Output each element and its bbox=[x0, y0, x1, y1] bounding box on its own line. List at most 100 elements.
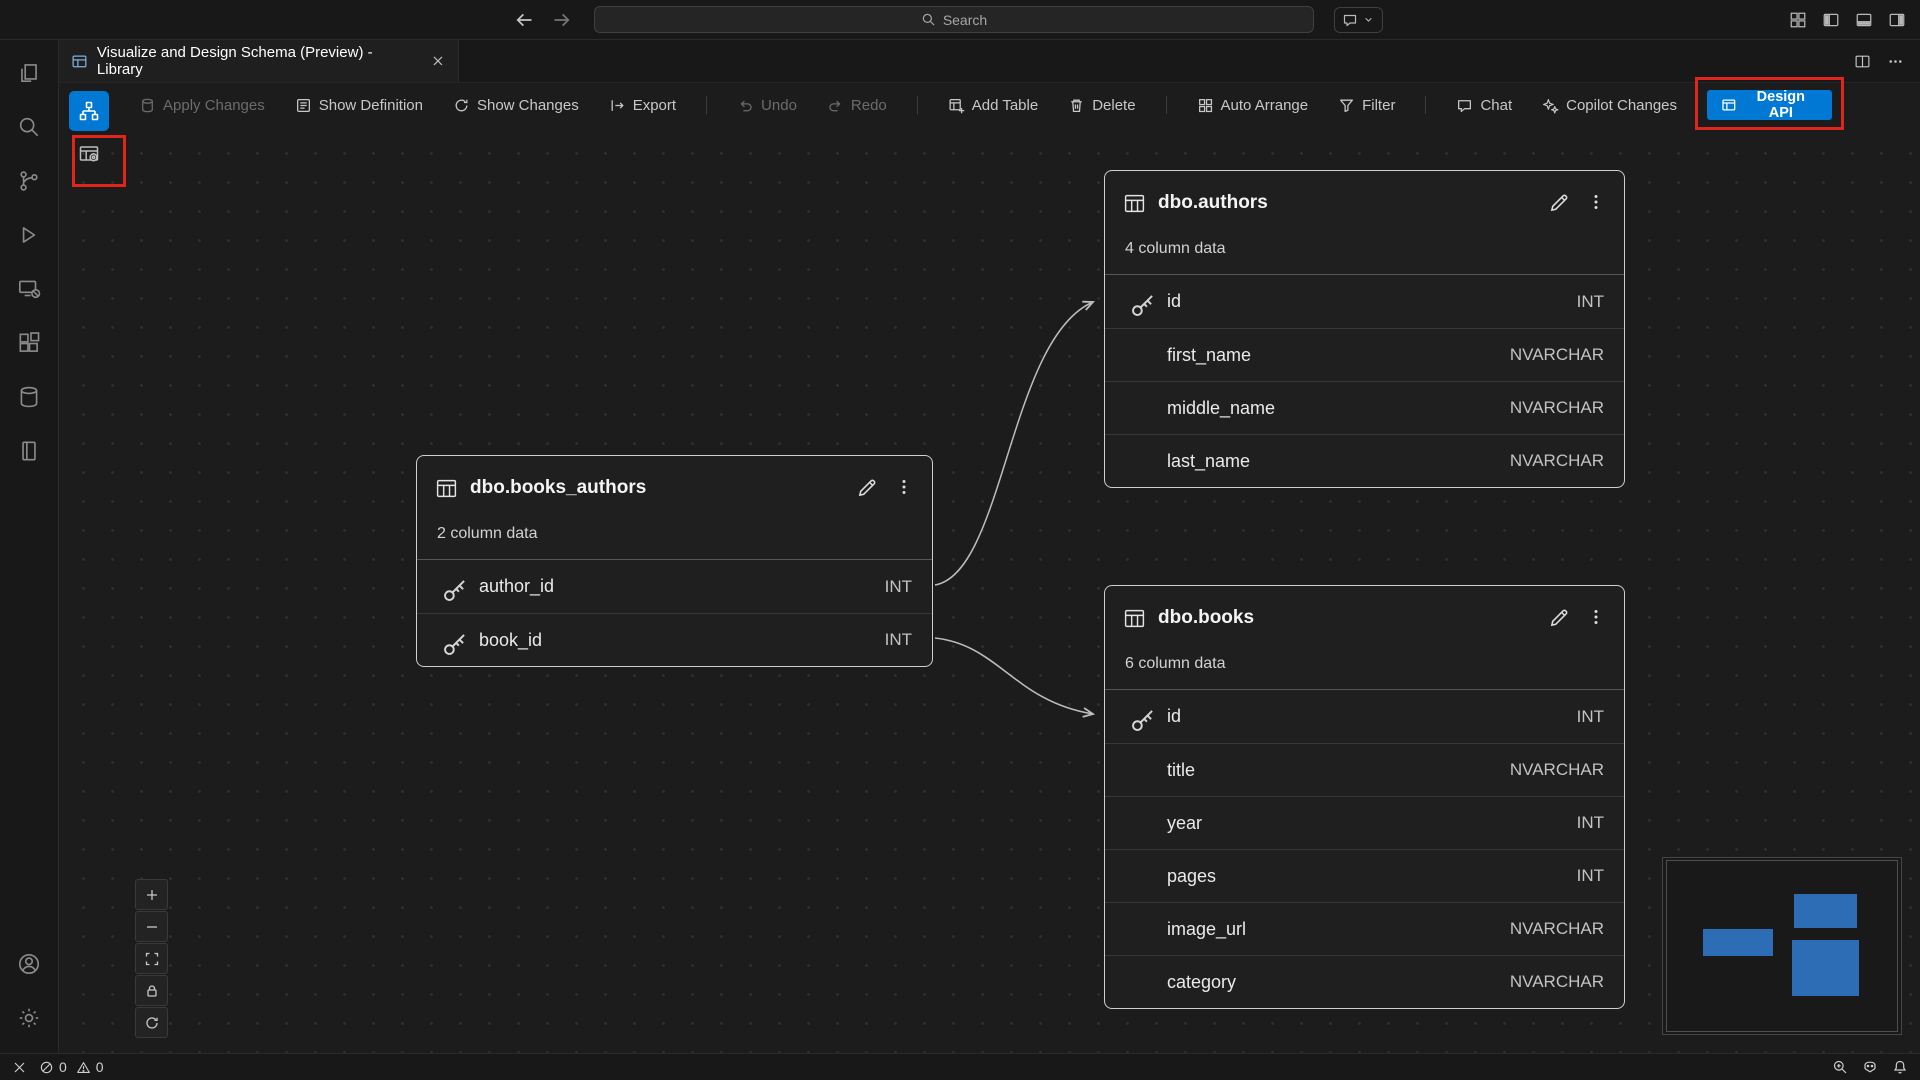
settings-button[interactable] bbox=[5, 991, 53, 1045]
column-name: first_name bbox=[1167, 345, 1251, 366]
column-type: INT bbox=[885, 630, 912, 650]
title-bar: Search bbox=[0, 0, 1920, 40]
key-slot-empty bbox=[1129, 760, 1157, 781]
sidebar-item-explorer[interactable] bbox=[5, 46, 53, 100]
sidebar-item-extensions[interactable] bbox=[5, 316, 53, 370]
auto-arrange-button[interactable]: Auto Arrange bbox=[1197, 97, 1309, 114]
column-row[interactable]: title NVARCHAR bbox=[1105, 743, 1624, 796]
tab-schema-designer[interactable]: Visualize and Design Schema (Preview) - … bbox=[59, 40, 459, 82]
sidebar-item-database-projects[interactable] bbox=[5, 424, 53, 478]
table-card-header: dbo.books_authors bbox=[417, 456, 932, 514]
sidebar-item-search[interactable] bbox=[5, 100, 53, 154]
close-icon[interactable] bbox=[430, 53, 446, 69]
toggle-secondary-sidebar-icon[interactable] bbox=[1888, 11, 1906, 29]
column-row[interactable]: year INT bbox=[1105, 796, 1624, 849]
back-button[interactable] bbox=[514, 10, 534, 30]
filter-button[interactable]: Filter bbox=[1338, 97, 1395, 114]
redo-button[interactable]: Redo bbox=[827, 97, 887, 114]
table-subtitle: 6 column data bbox=[1105, 644, 1624, 690]
zoom-status-button[interactable] bbox=[1832, 1059, 1848, 1075]
column-name: year bbox=[1167, 813, 1202, 834]
copilot-status-button[interactable] bbox=[1862, 1059, 1878, 1075]
toolbar-label: Add Table bbox=[972, 97, 1038, 114]
column-row[interactable]: category NVARCHAR bbox=[1105, 955, 1624, 1008]
zoom-in-button[interactable] bbox=[135, 879, 168, 910]
sidebar-item-remote-explorer[interactable] bbox=[5, 262, 53, 316]
undo-button[interactable]: Undo bbox=[737, 97, 797, 114]
problems-indicator[interactable]: 0 0 bbox=[39, 1059, 104, 1075]
column-row[interactable]: middle_name NVARCHAR bbox=[1105, 381, 1624, 434]
toolbar-label: Chat bbox=[1480, 97, 1512, 114]
column-name: id bbox=[1167, 291, 1181, 312]
table-card-books-authors[interactable]: dbo.books_authors 2 column data author_i… bbox=[416, 455, 933, 667]
run-debug-icon bbox=[16, 222, 42, 248]
column-row[interactable]: author_id INT bbox=[417, 560, 932, 613]
table-menu-button[interactable] bbox=[1586, 607, 1606, 629]
column-name: author_id bbox=[479, 576, 554, 597]
remote-disconnected-icon bbox=[16, 276, 42, 302]
table-menu-button[interactable] bbox=[1586, 192, 1606, 214]
edit-table-button[interactable] bbox=[856, 477, 878, 499]
column-row[interactable]: image_url NVARCHAR bbox=[1105, 902, 1624, 955]
customize-layout-icon[interactable] bbox=[1789, 11, 1807, 29]
toolbar-separator bbox=[917, 96, 918, 114]
column-name: middle_name bbox=[1167, 398, 1275, 419]
reset-view-button[interactable] bbox=[135, 1007, 168, 1038]
table-card-authors[interactable]: dbo.authors 4 column data id INT bbox=[1104, 170, 1625, 488]
minimap[interactable] bbox=[1662, 857, 1902, 1035]
column-row[interactable]: id INT bbox=[1105, 690, 1624, 743]
search-label: Search bbox=[943, 12, 987, 28]
sidebar-item-run-debug[interactable] bbox=[5, 208, 53, 262]
edit-table-button[interactable] bbox=[1548, 192, 1570, 214]
edit-table-button[interactable] bbox=[1548, 607, 1570, 629]
remote-indicator[interactable] bbox=[12, 1060, 27, 1075]
column-row[interactable]: last_name NVARCHAR bbox=[1105, 434, 1624, 487]
column-row[interactable]: id INT bbox=[1105, 275, 1624, 328]
notifications-button[interactable] bbox=[1892, 1059, 1908, 1075]
activity-bar-bottom bbox=[5, 937, 53, 1053]
titlebar-right bbox=[1314, 7, 1920, 33]
activity-bar bbox=[0, 40, 59, 1053]
toggle-panel-icon[interactable] bbox=[1855, 11, 1873, 29]
sidebar-item-database[interactable] bbox=[5, 370, 53, 424]
sidebar-item-source-control[interactable] bbox=[5, 154, 53, 208]
forward-button[interactable] bbox=[552, 10, 572, 30]
schema-designer-icon bbox=[71, 53, 88, 70]
column-type: INT bbox=[885, 577, 912, 597]
toggle-sidebar-icon[interactable] bbox=[1822, 11, 1840, 29]
command-center-search[interactable]: Search bbox=[594, 6, 1314, 33]
table-menu-button[interactable] bbox=[894, 477, 914, 499]
delete-button[interactable]: Delete bbox=[1068, 97, 1135, 114]
add-table-button[interactable]: Add Table bbox=[948, 97, 1038, 114]
column-row[interactable]: pages INT bbox=[1105, 849, 1624, 902]
tab-bar: Visualize and Design Schema (Preview) - … bbox=[59, 40, 1920, 83]
copilot-chat-dropdown[interactable] bbox=[1334, 7, 1383, 33]
lock-button[interactable] bbox=[135, 975, 168, 1006]
errors-icon bbox=[39, 1060, 54, 1075]
toolbar-label: Copilot Changes bbox=[1566, 97, 1677, 114]
warnings-count: 0 bbox=[96, 1059, 104, 1075]
toolbar-label: Apply Changes bbox=[163, 97, 265, 114]
apply-changes-button[interactable]: Apply Changes bbox=[139, 97, 265, 114]
key-slot-empty bbox=[1129, 972, 1157, 993]
zoom-out-button[interactable] bbox=[135, 911, 168, 942]
fit-view-button[interactable] bbox=[135, 943, 168, 974]
column-row[interactable]: book_id INT bbox=[417, 613, 932, 666]
schema-view-button[interactable] bbox=[69, 91, 109, 131]
table-icon bbox=[435, 477, 458, 500]
column-name: image_url bbox=[1167, 919, 1246, 940]
table-card-books[interactable]: dbo.books 6 column data id INT bbox=[1104, 585, 1625, 1009]
chat-button[interactable]: Chat bbox=[1456, 97, 1512, 114]
account-button[interactable] bbox=[5, 937, 53, 991]
more-actions-icon[interactable] bbox=[1887, 53, 1904, 70]
toolbar-label: Show Definition bbox=[319, 97, 423, 114]
chevron-down-icon bbox=[1362, 13, 1375, 26]
export-button[interactable]: Export bbox=[609, 97, 676, 114]
copilot-changes-button[interactable]: Copilot Changes bbox=[1542, 97, 1677, 114]
column-name: id bbox=[1167, 706, 1181, 727]
show-changes-button[interactable]: Show Changes bbox=[453, 97, 579, 114]
split-editor-icon[interactable] bbox=[1854, 53, 1871, 70]
column-row[interactable]: first_name NVARCHAR bbox=[1105, 328, 1624, 381]
show-definition-button[interactable]: Show Definition bbox=[295, 97, 423, 114]
minimap-node bbox=[1794, 894, 1857, 928]
